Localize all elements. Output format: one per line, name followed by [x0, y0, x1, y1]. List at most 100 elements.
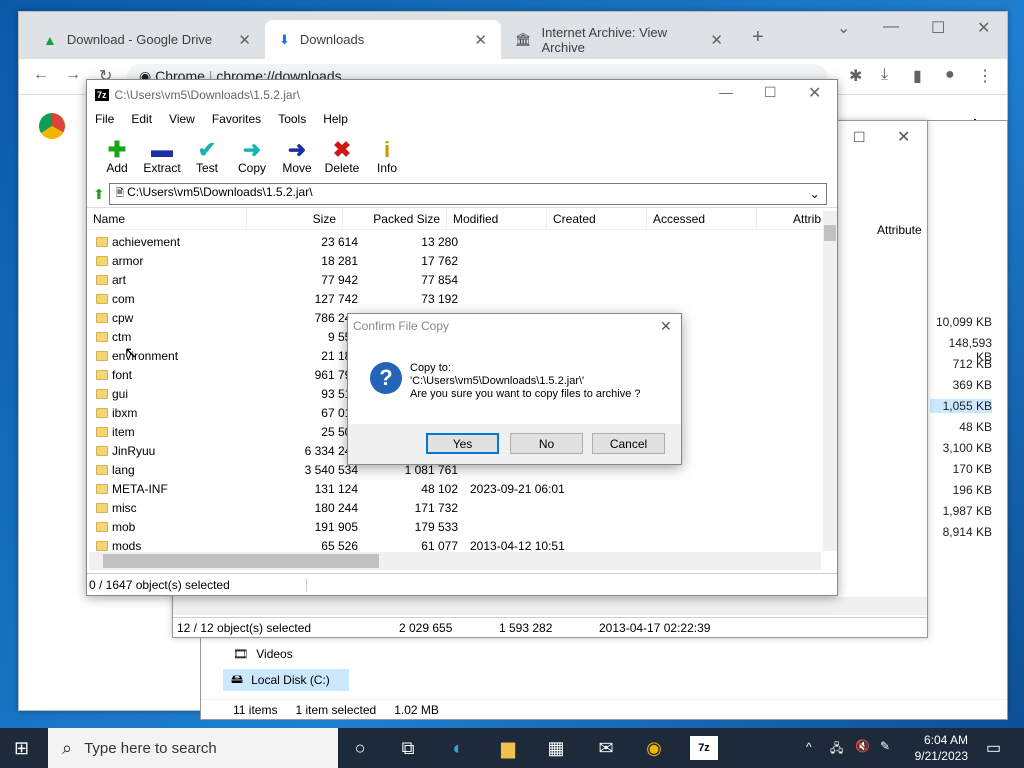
- windows-start-icon[interactable]: ⊞: [14, 738, 29, 759]
- col-modified[interactable]: Modified: [447, 208, 547, 230]
- col-created[interactable]: Created: [547, 208, 647, 230]
- file-name: armor: [112, 253, 144, 268]
- file-name: com: [112, 291, 135, 306]
- menu-view[interactable]: View: [169, 112, 195, 126]
- chevron-down-icon[interactable]: ⌄: [810, 187, 820, 201]
- close-dialog-button[interactable]: ✕: [660, 318, 672, 335]
- folder-icon: [96, 483, 108, 494]
- file-size: 18 281: [321, 253, 358, 268]
- move-icon: ➜: [287, 137, 307, 162]
- list-item[interactable]: META-INF 131 124 48 102 2023-09-21 06:01: [87, 479, 827, 498]
- extract-button[interactable]: ▬ Extract: [140, 131, 184, 176]
- no-button[interactable]: No: [510, 433, 583, 454]
- file-name: lang: [112, 462, 135, 477]
- folder-up-icon[interactable]: ⬆: [93, 186, 105, 203]
- clock[interactable]: 6:04 AM 9/21/2023: [908, 732, 968, 764]
- close-tab-icon[interactable]: ✕: [710, 31, 723, 49]
- list-item[interactable]: mob 191 905 179 533: [87, 517, 827, 536]
- cancel-button[interactable]: Cancel: [592, 433, 665, 454]
- mail-icon[interactable]: ✉: [594, 736, 618, 760]
- scroll-thumb[interactable]: [824, 225, 836, 241]
- tab-search-icon[interactable]: ⌄: [837, 18, 850, 38]
- close-window-button[interactable]: ✕: [977, 18, 990, 38]
- tray-chevron-icon[interactable]: ^: [806, 740, 812, 754]
- col-attrib[interactable]: Attrib: [757, 208, 827, 230]
- yes-button[interactable]: Yes: [426, 433, 499, 454]
- path-combobox[interactable]: 🗎 C:\Users\vm5\Downloads\1.5.2.jar\ ⌄: [108, 183, 827, 205]
- archive-icon: 🏛: [515, 31, 532, 47]
- test-button[interactable]: ✔ Test: [185, 131, 229, 176]
- sevenzip-taskbar-icon[interactable]: 7z: [690, 736, 718, 760]
- selected-count: 1 item selected: [295, 702, 377, 717]
- list-item[interactable]: art 77 942 77 854: [87, 270, 827, 289]
- file-size: 25 504: [321, 424, 358, 439]
- file-explorer-icon[interactable]: ▆: [496, 736, 520, 760]
- profile-icon[interactable]: ●: [945, 66, 955, 84]
- nav-item-videos[interactable]: 🎞 Videos: [233, 647, 293, 661]
- downloads-icon[interactable]: ⤓: [881, 66, 888, 84]
- file-size: 3 540 534: [304, 462, 358, 477]
- col-accessed[interactable]: Accessed: [647, 208, 757, 230]
- menu-file[interactable]: File: [95, 112, 114, 126]
- message-line-3: Are you sure you want to copy files to a…: [410, 388, 641, 400]
- menu-tools[interactable]: Tools: [278, 112, 306, 126]
- menu-edit[interactable]: Edit: [131, 112, 152, 126]
- folder-icon: [96, 445, 108, 456]
- scroll-thumb[interactable]: [103, 554, 379, 568]
- volume-icon[interactable]: 🔇: [855, 739, 870, 753]
- horizontal-scrollbar[interactable]: [173, 597, 927, 615]
- minimize-button[interactable]: —: [719, 84, 733, 100]
- close-tab-icon[interactable]: ✕: [238, 31, 251, 49]
- forward-icon[interactable]: →: [65, 66, 81, 84]
- network-icon[interactable]: 🖧: [830, 739, 843, 760]
- list-item[interactable]: com 127 742 73 192: [87, 289, 827, 308]
- tab-downloads[interactable]: ⬇ Downloads ✕: [265, 20, 501, 59]
- pen-icon[interactable]: ✎: [880, 739, 890, 753]
- maximize-button[interactable]: ☐: [853, 129, 866, 146]
- tool-label: Move: [282, 161, 312, 175]
- menu-icon[interactable]: ⋮: [977, 66, 993, 86]
- file-packed-size: 77 854: [421, 272, 458, 287]
- close-tab-icon[interactable]: ✕: [474, 31, 487, 49]
- list-item[interactable]: armor 18 281 17 762: [87, 251, 827, 270]
- close-window-button[interactable]: ✕: [897, 127, 910, 147]
- chrome-taskbar-icon[interactable]: ◉: [642, 736, 666, 760]
- move-button[interactable]: ➜ Move: [275, 131, 319, 176]
- tab-label: Download - Google Drive: [66, 32, 213, 47]
- info-button[interactable]: i Info: [365, 131, 409, 176]
- cortana-icon[interactable]: ○: [348, 736, 372, 760]
- store-icon[interactable]: ▦: [544, 736, 568, 760]
- nav-item-local-disk[interactable]: 🖴 Local Disk (C:): [223, 669, 349, 691]
- new-tab-button[interactable]: +: [752, 26, 764, 49]
- taskbar-search[interactable]: ⌕ Type here to search: [48, 728, 338, 768]
- edge-icon[interactable]: ◐: [446, 736, 470, 760]
- back-icon[interactable]: ←: [33, 66, 49, 84]
- list-item[interactable]: achievement 23 614 13 280: [87, 232, 827, 251]
- file-size: 127 742: [314, 291, 358, 306]
- maximize-button[interactable]: ☐: [764, 84, 777, 101]
- tab-internet-archive[interactable]: 🏛 Internet Archive: View Archive ✕: [501, 20, 737, 59]
- col-name[interactable]: Name: [87, 208, 247, 230]
- sevenzip-icon: 7z: [95, 88, 109, 101]
- notification-icon[interactable]: ▭: [986, 738, 1001, 758]
- col-size[interactable]: Size: [247, 208, 343, 230]
- task-view-icon[interactable]: ⧉: [396, 736, 420, 760]
- extensions-icon[interactable]: ✱: [849, 66, 862, 86]
- folder-icon: [96, 293, 108, 304]
- add-button[interactable]: ✚ Add: [95, 131, 139, 176]
- close-window-button[interactable]: ✕: [808, 83, 821, 103]
- tab-google-drive[interactable]: ▲ Download - Google Drive ✕: [29, 20, 265, 59]
- minimize-button[interactable]: —: [883, 18, 899, 36]
- col-packed-size[interactable]: Packed Size: [343, 208, 447, 230]
- copy-button[interactable]: ➜ Copy: [230, 131, 274, 176]
- list-item[interactable]: misc 180 244 171 732: [87, 498, 827, 517]
- maximize-button[interactable]: ☐: [931, 18, 945, 38]
- delete-button[interactable]: ✖ Delete: [320, 131, 364, 176]
- tool-label: Test: [195, 161, 218, 175]
- vertical-scrollbar[interactable]: [823, 211, 837, 551]
- horizontal-scrollbar[interactable]: [89, 552, 821, 570]
- menu-help[interactable]: Help: [323, 112, 348, 126]
- side-panel-icon[interactable]: ▮: [913, 66, 922, 86]
- file-name: ctm: [112, 329, 132, 344]
- menu-favorites[interactable]: Favorites: [212, 112, 261, 126]
